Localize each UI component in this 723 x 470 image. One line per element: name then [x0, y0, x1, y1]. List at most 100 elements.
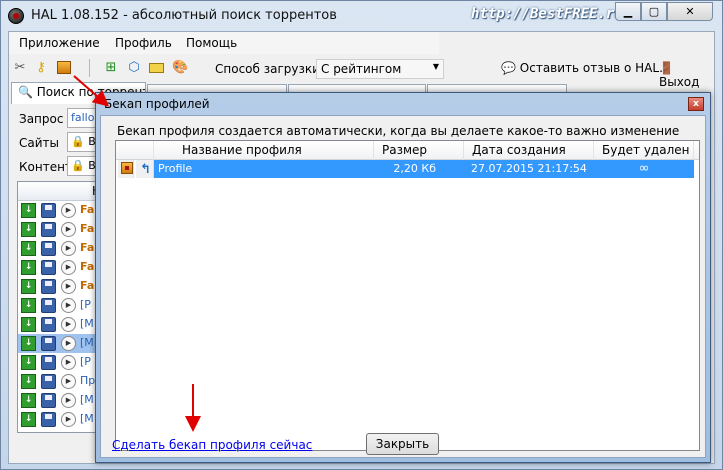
backup-dialog: Бекап профилей x Бекап профиля создается…: [95, 92, 711, 463]
feedback-button[interactable]: 💬 Оставить отзыв о HAL...: [501, 61, 671, 75]
network-icon[interactable]: ⊞: [103, 60, 119, 76]
palette-icon[interactable]: 🎨: [172, 60, 188, 76]
list-item[interactable]: ↓ ▶ Fa: [18, 258, 106, 277]
download-icon[interactable]: ↓: [21, 412, 36, 427]
save-icon[interactable]: [41, 203, 56, 218]
save-icon[interactable]: [41, 355, 56, 370]
download-icon[interactable]: ↓: [21, 317, 36, 332]
save-icon[interactable]: [41, 412, 56, 427]
menu-bar: Приложение Профиль Помощь: [9, 32, 439, 54]
minimize-button[interactable]: ▁: [615, 2, 641, 21]
search-icon: 🔍: [18, 85, 33, 99]
download-icon[interactable]: ↓: [21, 279, 36, 294]
tools-icon[interactable]: ✂: [12, 60, 28, 76]
save-icon[interactable]: [41, 374, 56, 389]
profiles-table[interactable]: Название профиля Размер Дата создания Бу…: [115, 140, 700, 451]
play-icon[interactable]: ▶: [61, 203, 76, 218]
content-label: Контент: [19, 160, 72, 174]
play-icon[interactable]: ▶: [61, 317, 76, 332]
save-icon[interactable]: [41, 317, 56, 332]
column-icons: [116, 141, 154, 160]
save-icon[interactable]: [41, 298, 56, 313]
download-icon[interactable]: ↓: [21, 241, 36, 256]
play-icon[interactable]: ▶: [61, 336, 76, 351]
download-icon[interactable]: ↓: [21, 298, 36, 313]
query-label: Запрос: [19, 112, 64, 126]
results-header: Н: [18, 182, 106, 201]
dialog-body: Бекап профиля создается автоматически, к…: [100, 115, 706, 458]
feedback-label: Оставить отзыв о HAL...: [519, 61, 671, 75]
save-icon[interactable]: [41, 241, 56, 256]
title-bar: HAL 1.08.152 - абсолютный поиск торренто…: [1, 1, 722, 31]
key-icon[interactable]: ⚷: [33, 60, 49, 76]
list-item[interactable]: ↓ ▶ Fa: [18, 201, 106, 220]
profile-box-icon: [121, 162, 133, 174]
list-item[interactable]: ↓ ▶ [М: [18, 410, 106, 429]
play-icon[interactable]: ▶: [61, 298, 76, 313]
list-item[interactable]: ↓ ▶ [Р: [18, 296, 106, 315]
menu-profile[interactable]: Профиль: [115, 36, 172, 50]
list-item[interactable]: ↓ ▶ [М: [18, 315, 106, 334]
maximize-button[interactable]: ▢: [641, 2, 667, 21]
download-icon[interactable]: ↓: [21, 374, 36, 389]
list-item[interactable]: ↓ ▶ Fa: [18, 220, 106, 239]
play-icon[interactable]: ▶: [61, 393, 76, 408]
list-item[interactable]: ↓ ▶ Пр: [18, 372, 106, 391]
play-icon[interactable]: ▶: [61, 279, 76, 294]
close-window-button[interactable]: ✕: [667, 2, 713, 21]
lock-icon: 🔒: [71, 159, 85, 172]
toolbar: ✂ ⚷ ⊞ ⬡ 🎨 Способ загрузки С рейтингом ▼ …: [9, 54, 714, 89]
results-list[interactable]: Н ↓▶Fa↓▶Fa↓▶Fa↓▶Fa↓▶Fa↓▶[Р↓▶[М↓▶[М↓▶[Р↓▶…: [17, 181, 107, 433]
download-icon[interactable]: ↓: [21, 203, 36, 218]
dialog-title: Бекап профилей: [104, 97, 210, 111]
lock-icon: 🔒: [71, 135, 85, 148]
column-created[interactable]: Дата создания: [464, 141, 594, 160]
download-icon[interactable]: ↓: [21, 222, 36, 237]
save-icon[interactable]: [41, 393, 56, 408]
play-icon[interactable]: ▶: [61, 222, 76, 237]
download-icon[interactable]: ↓: [21, 336, 36, 351]
sites-label: Сайты: [19, 136, 59, 150]
restore-icon: ↰: [140, 162, 151, 177]
save-icon[interactable]: [41, 222, 56, 237]
play-icon[interactable]: ▶: [61, 241, 76, 256]
chevron-down-icon: ▼: [432, 62, 439, 71]
backup-now-link[interactable]: Сделать бекап профиля сейчас: [112, 438, 312, 452]
profiles-table-header: Название профиля Размер Дата создания Бу…: [116, 141, 699, 160]
download-icon[interactable]: ↓: [21, 355, 36, 370]
play-icon[interactable]: ▶: [61, 412, 76, 427]
list-item[interactable]: ↓ ▶ [М: [18, 334, 106, 353]
list-item[interactable]: ↓ ▶ [М: [18, 391, 106, 410]
close-button[interactable]: Закрыть: [366, 433, 439, 455]
profile-box-icon[interactable]: [56, 60, 72, 76]
restore-cell[interactable]: ↰: [136, 160, 154, 178]
save-icon[interactable]: [41, 260, 56, 275]
keyboard-icon[interactable]: [149, 60, 165, 76]
profile-name-cell: Profile: [154, 160, 374, 178]
cube-icon[interactable]: ⬡: [126, 60, 142, 76]
exit-icon: 🚪: [659, 61, 674, 75]
profile-created-cell: 27.07.2015 21:17:54: [464, 160, 594, 178]
profile-delete-cell: ∞: [594, 160, 694, 178]
download-icon[interactable]: ↓: [21, 260, 36, 275]
list-item[interactable]: ↓ ▶ Fa: [18, 239, 106, 258]
table-row[interactable]: ↰ Profile 2,20 Кб 27.07.2015 21:17:54 ∞: [116, 160, 699, 178]
save-icon[interactable]: [41, 336, 56, 351]
list-item[interactable]: ↓ ▶ [Р: [18, 353, 106, 372]
list-item[interactable]: ↓ ▶ Fa: [18, 277, 106, 296]
feedback-icon: 💬: [501, 61, 516, 75]
play-icon[interactable]: ▶: [61, 374, 76, 389]
column-name[interactable]: Название профиля: [154, 141, 374, 160]
download-icon[interactable]: ↓: [21, 393, 36, 408]
toolbar-separator: [89, 59, 90, 77]
column-size[interactable]: Размер: [374, 141, 464, 160]
menu-help[interactable]: Помощь: [186, 36, 237, 50]
watermark: http://BestFREE.ru: [471, 6, 623, 22]
save-icon[interactable]: [41, 279, 56, 294]
play-icon[interactable]: ▶: [61, 355, 76, 370]
dialog-close-icon[interactable]: x: [688, 97, 704, 111]
download-mode-select[interactable]: С рейтингом ▼: [316, 59, 444, 79]
column-delete[interactable]: Будет удален: [594, 141, 694, 160]
menu-app[interactable]: Приложение: [19, 36, 100, 50]
play-icon[interactable]: ▶: [61, 260, 76, 275]
